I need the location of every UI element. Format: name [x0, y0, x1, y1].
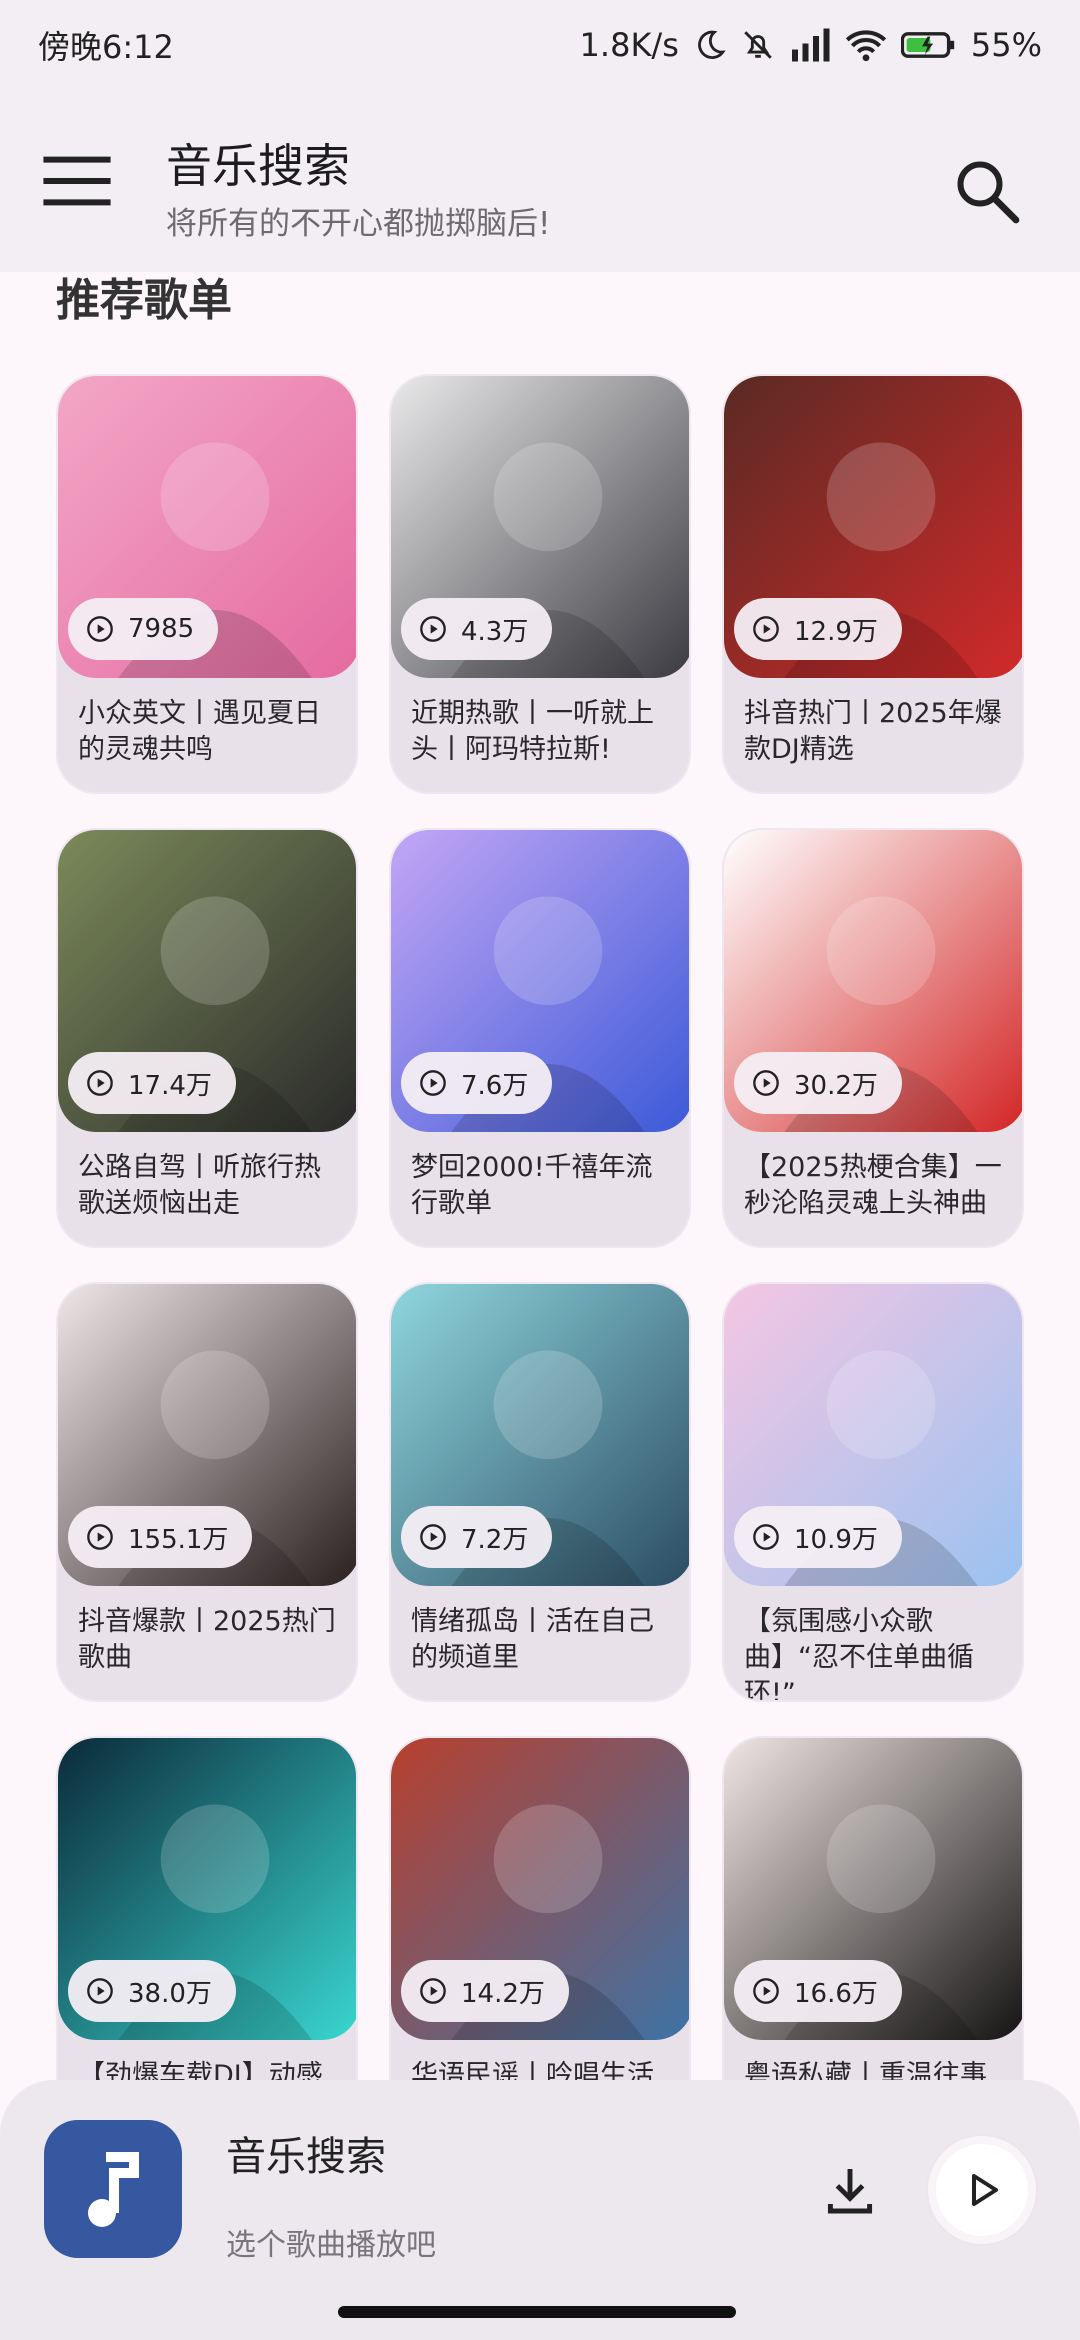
- play-count-badge: 12.9万: [734, 598, 902, 660]
- play-circle-icon: [420, 1978, 446, 2004]
- playlist-card[interactable]: 7.2万情绪孤岛丨活在自己的频道里: [389, 1282, 691, 1702]
- player-cover: [44, 2120, 182, 2258]
- play-count: 16.6万: [794, 1978, 878, 2009]
- play-button[interactable]: [928, 2136, 1036, 2244]
- playlist-card[interactable]: 16.6万粤语私藏丨重温往事: [722, 1736, 1024, 2080]
- playlist-card[interactable]: 7985 小众英文丨遇见夏日的灵魂共鸣: [56, 374, 358, 794]
- play-count: 10.9万: [794, 1524, 878, 1555]
- playlist-title: 抖音爆款丨2025热门歌曲: [78, 1606, 336, 1673]
- play-circle-icon: [420, 1524, 446, 1550]
- playlist-card[interactable]: 4.3万近期热歌丨一听就上头丨阿玛特拉斯!: [389, 374, 691, 794]
- wifi-icon: [845, 30, 886, 62]
- playlist-title: 情绪孤岛丨活在自己的频道里: [411, 1606, 654, 1673]
- playlist-title: 华语民谣丨吟唱生活: [411, 2060, 654, 2080]
- play-count: 7985: [128, 614, 195, 644]
- play-count-badge: 7.2万: [401, 1506, 553, 1568]
- play-count: 4.3万: [461, 616, 529, 647]
- playlist-title: 近期热歌丨一听就上头丨阿玛特拉斯!: [411, 698, 654, 765]
- play-count-badge: 38.0万: [68, 1960, 236, 2022]
- music-note-icon: [88, 2152, 139, 2227]
- play-count-badge: 10.9万: [734, 1506, 902, 1568]
- playlist-card[interactable]: 12.9万抖音热门丨2025年爆款DJ精选: [722, 374, 1024, 794]
- playlist-title: 小众英文丨遇见夏日的灵魂共鸣: [78, 698, 321, 765]
- play-count-badge: 16.6万: [734, 1960, 902, 2022]
- play-count-badge: 7985: [68, 598, 219, 660]
- play-circle-icon: [87, 1070, 113, 1096]
- playlist-card[interactable]: 7.6万梦回2000!千禧年流行歌单: [389, 828, 691, 1248]
- playlist-card[interactable]: 30.2万【2025热梗合集】一秒沦陷灵魂上头神曲: [722, 828, 1024, 1248]
- bell-off-icon: [744, 31, 772, 59]
- play-circle-icon: [753, 1978, 779, 2004]
- play-count-badge: 14.2万: [401, 1960, 569, 2022]
- playlist-title: 【劲爆车载DJ】动感: [78, 2060, 323, 2080]
- section-title: 推荐歌单: [56, 275, 232, 326]
- play-count: 17.4万: [128, 1070, 212, 1101]
- play-circle-icon: [753, 616, 779, 642]
- play-count: 38.0万: [128, 1978, 212, 2009]
- page-title: 音乐搜索: [166, 139, 350, 193]
- playlist-title: 【氛围感小众歌曲】“忍不住单曲循环!”: [744, 1606, 974, 1702]
- player-subtitle: 选个歌曲播放吧: [226, 2228, 436, 2263]
- play-circle-icon: [753, 1070, 779, 1096]
- moon-icon: [697, 30, 726, 59]
- playlist-card[interactable]: 38.0万【劲爆车载DJ】动感: [56, 1736, 358, 2080]
- play-count: 14.2万: [461, 1978, 545, 2009]
- content-scroll[interactable]: 推荐歌单 7985 小众英文丨遇见夏日的灵魂共鸣 4.3万近期热歌丨一听就上头丨阿玛…: [0, 272, 1080, 2080]
- search-icon[interactable]: [950, 154, 1022, 226]
- status-icons: 1.8K/s 55%: [580, 26, 1042, 64]
- play-count-badge: 30.2万: [734, 1052, 902, 1114]
- play-count: 7.6万: [461, 1070, 529, 1101]
- status-bar: 傍晚6:12 1.8K/s 55%: [0, 0, 1080, 90]
- play-count-badge: 4.3万: [401, 598, 553, 660]
- home-indicator: [338, 2306, 736, 2318]
- playlist-title: 梦回2000!千禧年流行歌单: [411, 1152, 653, 1219]
- play-count: 155.1万: [128, 1524, 229, 1555]
- net-speed: 1.8K/s: [579, 26, 679, 64]
- download-icon[interactable]: [822, 2162, 878, 2218]
- play-count: 7.2万: [461, 1524, 529, 1555]
- playlist-card[interactable]: 155.1万抖音爆款丨2025热门歌曲: [56, 1282, 358, 1702]
- playlist-title: 公路自驾丨听旅行热歌送烦恼出走: [78, 1152, 321, 1219]
- playlist-title: 粤语私藏丨重温往事: [744, 2060, 987, 2080]
- menu-icon[interactable]: [40, 152, 114, 210]
- battery-icon: [900, 32, 955, 58]
- app-bar: 音乐搜索 将所有的不开心都抛掷脑后!: [0, 90, 1080, 272]
- signal-icon: [791, 28, 830, 62]
- battery-level: 55%: [970, 26, 1042, 64]
- play-icon: [972, 2174, 998, 2206]
- playlist-title: 【2025热梗合集】一秒沦陷灵魂上头神曲: [744, 1152, 1002, 1219]
- playlist-card[interactable]: 17.4万公路自驾丨听旅行热歌送烦恼出走: [56, 828, 358, 1248]
- play-circle-icon: [87, 1524, 113, 1550]
- play-circle-icon: [420, 1070, 446, 1096]
- status-time: 傍晚6:12: [38, 28, 174, 66]
- play-circle-icon: [420, 616, 446, 642]
- play-circle-icon: [753, 1524, 779, 1550]
- page-subtitle: 将所有的不开心都抛掷脑后!: [166, 206, 551, 242]
- play-circle-icon: [87, 616, 113, 642]
- play-count-badge: 155.1万: [68, 1506, 253, 1568]
- play-count-badge: 7.6万: [401, 1052, 553, 1114]
- player-title: 音乐搜索: [226, 2134, 386, 2180]
- playlist-card[interactable]: 14.2万华语民谣丨吟唱生活: [389, 1736, 691, 2080]
- play-circle-icon: [87, 1978, 113, 2004]
- play-count-badge: 17.4万: [68, 1052, 236, 1114]
- mini-player[interactable]: 音乐搜索 选个歌曲播放吧: [0, 2080, 1080, 2340]
- play-count: 12.9万: [794, 616, 878, 647]
- play-count: 30.2万: [794, 1070, 878, 1101]
- playlist-title: 抖音热门丨2025年爆款DJ精选: [744, 698, 1002, 765]
- playlist-card[interactable]: 10.9万【氛围感小众歌曲】“忍不住单曲循环!”: [722, 1282, 1024, 1702]
